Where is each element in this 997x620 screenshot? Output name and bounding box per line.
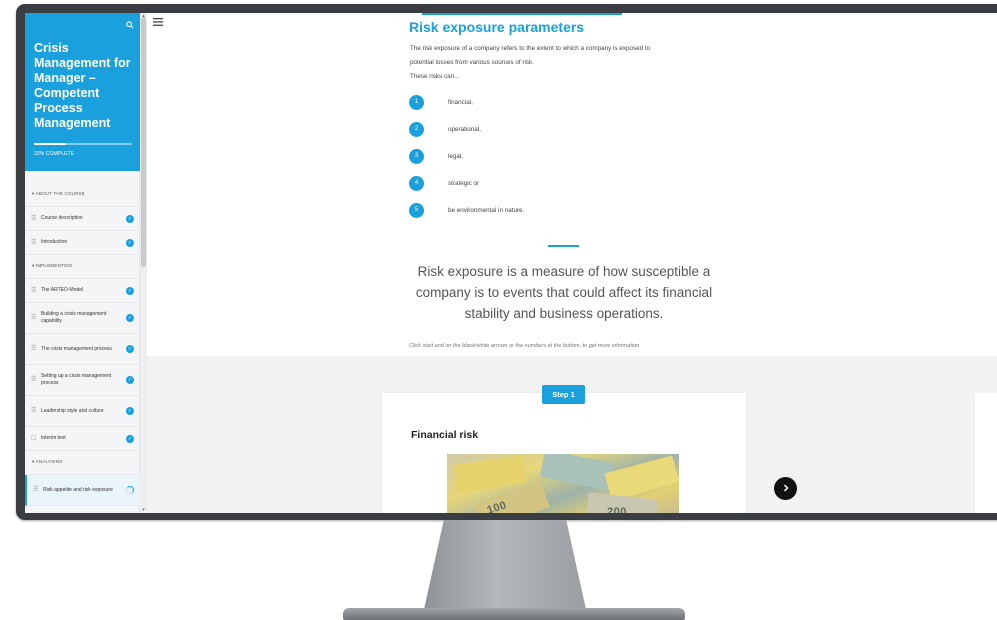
completed-check-icon: ✓	[126, 286, 134, 295]
lesson-text-icon: ☰	[31, 345, 37, 352]
banknote-value: 200	[607, 506, 627, 513]
course-progress-fill	[34, 143, 67, 145]
step-card-title: Financial risk	[411, 429, 479, 441]
list-item: 2 operational,	[409, 122, 709, 149]
instruction-hint: Click start and on the black/white arrow…	[409, 343, 641, 349]
sidebar-lesson-label: Course description	[41, 215, 83, 221]
list-item-text: operational,	[448, 126, 481, 133]
number-badge: 1	[409, 95, 424, 110]
sidebar-lesson-item[interactable]: ☰ The crisis management process ✓	[25, 334, 140, 365]
number-badge: 3	[409, 149, 424, 164]
divider	[548, 245, 579, 247]
sidebar-lesson-item[interactable]: ☰ Risk appetite and risk exposure	[25, 475, 140, 506]
sidebar-lesson-item[interactable]: ☰ Course description ✓	[25, 207, 140, 231]
intro-line: These risks can...	[410, 73, 460, 80]
list-item-text: be environmental in nature.	[448, 207, 525, 214]
sidebar-lesson-label: Building a crisis management capability	[41, 311, 107, 324]
banknotes-image: 100 200	[447, 454, 679, 513]
list-item: 1 financial,	[409, 95, 709, 122]
sidebar-lesson-item[interactable]: ☰Risk analysis	[25, 506, 140, 513]
risk-types-list: 1 financial, 2 operational, 3 legal, 4 s…	[409, 95, 709, 230]
sidebar-lesson-label: Introduction	[41, 239, 68, 245]
course-progress-bar	[34, 143, 132, 145]
number-badge: 5	[409, 203, 424, 218]
lesson-content: Risk exposure parameters The risk exposu…	[147, 13, 997, 513]
completed-check-icon: ✓	[126, 345, 134, 353]
lesson-list: ▾ ABOUT THE COURSE ☰ Course description ✓ ☰ I…	[25, 183, 140, 513]
list-item: 3 legal,	[409, 149, 709, 176]
key-statement: Risk exposure is a measure of how suscep…	[415, 264, 713, 321]
step-badge[interactable]: Step 1	[542, 385, 585, 404]
intro-line: potential losses from various sources of…	[410, 59, 534, 66]
sidebar-lesson-label: Risk appetite and risk exposure	[43, 486, 113, 493]
sidebar-lesson-item[interactable]: ☰ Leadership style and culture ✓	[25, 396, 140, 427]
sidebar-lesson-item[interactable]: ☰ The ARTEO-Model ✓	[25, 279, 140, 303]
number-badge: 2	[409, 122, 424, 137]
lesson-text-icon: ☰	[33, 486, 39, 493]
sidebar-lesson-label: The crisis management process	[41, 345, 112, 352]
monitor-base	[343, 608, 685, 620]
list-item-text: legal,	[448, 153, 464, 160]
list-item: 4 strategic or	[409, 176, 709, 203]
sidebar-scrollbar[interactable]: ▴ ▾	[140, 13, 147, 513]
lesson-text-icon: ☰	[31, 287, 37, 293]
monitor-frame: Crisis Management for Manager – Competen…	[16, 4, 997, 520]
lesson-text-icon: ☰	[31, 215, 37, 221]
lesson-heading: Risk exposure parameters	[409, 19, 585, 35]
course-sidebar: Crisis Management for Manager – Competen…	[25, 13, 140, 513]
completed-check-icon: ✓	[126, 238, 134, 247]
next-step-card	[975, 393, 997, 513]
banknote	[604, 455, 679, 501]
lesson-text-icon: ☰	[31, 239, 37, 245]
sidebar-lesson-item[interactable]: ☰ Setting up a crisis management process ✓	[25, 365, 140, 396]
sidebar-section-header[interactable]: ▾ ABOUT THE COURSE	[25, 183, 140, 207]
completed-check-icon: ✓	[126, 407, 134, 415]
step-card: Financial risk 100 200	[382, 393, 746, 513]
search-icon[interactable]	[126, 21, 134, 31]
sidebar-header: Crisis Management for Manager – Competen…	[25, 13, 140, 171]
chevron-right-icon	[783, 484, 789, 492]
sidebar-lesson-item[interactable]: ☰ Building a crisis management capability…	[25, 303, 140, 334]
sidebar-section-header[interactable]: ▾ IMPLEMENTING	[25, 255, 140, 279]
completed-check-icon: ✓	[126, 214, 134, 223]
list-item-text: financial,	[448, 99, 473, 106]
quiz-icon: ☐	[31, 435, 37, 441]
in-progress-icon	[126, 486, 134, 494]
list-item: 5 be environmental in nature.	[409, 203, 709, 230]
lesson-text-icon: ☰	[31, 314, 37, 321]
lesson-text-icon: ☰	[31, 407, 37, 414]
number-badge: 4	[409, 176, 424, 191]
course-progress-label: 33% COMPLETE	[34, 151, 75, 157]
process-stepper: Financial risk 100 200 Step 1	[147, 356, 997, 513]
banknote	[453, 455, 527, 493]
sidebar-lesson-label: The ARTEO-Model	[41, 287, 84, 293]
sidebar-scroll-thumb[interactable]	[141, 17, 146, 267]
screen: Crisis Management for Manager – Competen…	[25, 13, 997, 513]
intro-line: The risk exposure of a company refers to…	[410, 45, 651, 52]
scroll-down-icon[interactable]: ▾	[140, 507, 147, 513]
sidebar-lesson-label: Interim test	[41, 435, 66, 441]
lesson-intro: The risk exposure of a company refers to…	[410, 42, 740, 84]
top-accent-line	[422, 13, 622, 15]
next-step-button[interactable]	[774, 477, 797, 500]
completed-check-icon: ✓	[126, 376, 134, 384]
sidebar-lesson-item[interactable]: ☐ Interim test ✓	[25, 427, 140, 451]
list-item-text: strategic or	[448, 180, 480, 187]
sidebar-lesson-item[interactable]: ☰ Introduction ✓	[25, 231, 140, 255]
monitor-stand	[423, 520, 587, 612]
sidebar-section-header[interactable]: ▾ ANALYSING	[25, 451, 140, 475]
completed-check-icon: ✓	[126, 434, 134, 443]
banknote	[539, 454, 615, 491]
sidebar-lesson-label: Setting up a crisis management process	[41, 373, 112, 386]
sidebar-lesson-label: Leadership style and culture	[41, 407, 104, 414]
lesson-text-icon: ☰	[31, 376, 37, 383]
course-title: Crisis Management for Manager – Competen…	[34, 41, 131, 130]
completed-check-icon: ✓	[126, 314, 134, 322]
